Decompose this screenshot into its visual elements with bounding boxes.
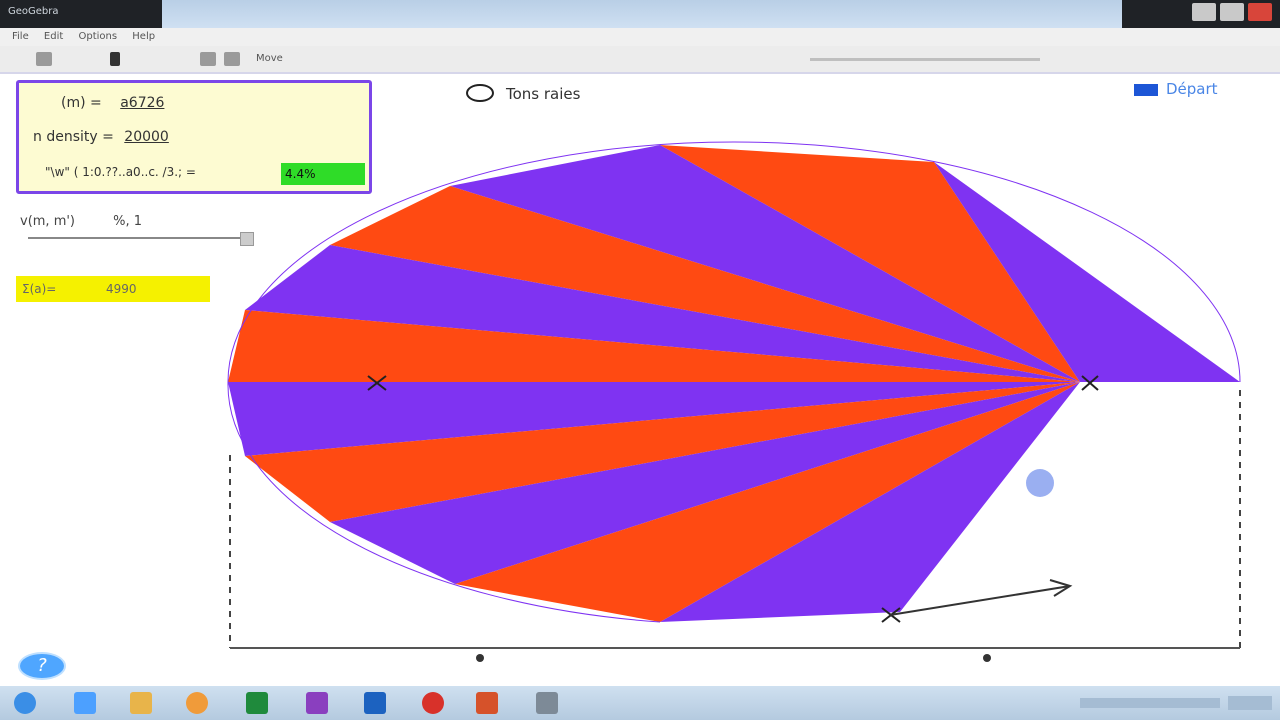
toolbar: Move — [0, 46, 1280, 74]
slider-track[interactable] — [28, 237, 250, 239]
titlebar-left-region: GeoGebra — [0, 0, 162, 28]
info-line-2-label: n density = — [33, 129, 114, 145]
help-icon[interactable]: ? — [18, 652, 66, 680]
taskbar-explorer-icon[interactable] — [74, 692, 96, 714]
menu-item-file[interactable]: File — [12, 31, 29, 42]
taskbar-opera-icon[interactable] — [422, 692, 444, 714]
system-tray[interactable] — [1080, 698, 1220, 708]
toolbar-slider-track[interactable] — [810, 58, 1040, 61]
start-toggle-label[interactable]: Départ — [1166, 80, 1218, 98]
window-title: GeoGebra — [8, 6, 59, 17]
velocity-arrow — [889, 585, 1071, 616]
slider-name: v(m, m') — [20, 214, 76, 229]
slider-value: %, 1 — [113, 214, 143, 229]
start-toggle-icon[interactable] — [1134, 84, 1158, 96]
info-line-2: n density = 20000 — [33, 129, 169, 145]
axis-tick-1 — [476, 654, 484, 662]
taskbar-outlook-icon[interactable] — [364, 692, 386, 714]
sum-label: Σ(a)= — [22, 282, 57, 296]
minimize-button[interactable] — [1192, 3, 1216, 21]
close-button[interactable] — [1248, 3, 1272, 21]
radio-button[interactable] — [466, 84, 494, 102]
radio-label: Tons raies — [506, 85, 581, 103]
maximize-button[interactable] — [1220, 3, 1244, 21]
start-button-icon[interactable] — [14, 692, 36, 714]
slider-handle[interactable] — [240, 232, 254, 246]
menu-bar: File Edit Options Help — [0, 28, 1280, 46]
pointer-tool-icon[interactable] — [36, 52, 52, 66]
slider-label: v(m, m') %, 1 — [20, 214, 142, 229]
info-line-3: "\w" ( 1:0.??..a0..c. /3.; = — [45, 165, 196, 179]
taskbar-app-icon[interactable] — [536, 692, 558, 714]
menu-item-help[interactable]: Help — [132, 31, 155, 42]
taskbar-powerpoint-icon[interactable] — [476, 692, 498, 714]
window-controls — [1192, 3, 1272, 21]
info-line-1-label: (m) = — [61, 95, 102, 111]
draggable-point[interactable] — [1026, 469, 1054, 497]
menu-item-options[interactable]: Options — [78, 31, 117, 42]
result-badge: 4.4% — [281, 163, 365, 185]
sum-value-box: Σ(a)= 4990 — [16, 276, 210, 302]
info-line-2-value[interactable]: 20000 — [124, 129, 169, 145]
sum-value: 4990 — [106, 282, 137, 296]
titlebar-right-region — [1122, 0, 1280, 28]
info-line-1-value: a6726 — [120, 95, 165, 111]
taskbar — [0, 686, 1280, 720]
taskbar-excel-icon[interactable] — [246, 692, 268, 714]
axis-tick-2 — [983, 654, 991, 662]
info-line-1: (m) = a6726 — [61, 95, 164, 111]
info-panel: (m) = a6726 n density = 20000 "\w" ( 1:0… — [16, 80, 372, 194]
cursor-icon[interactable] — [110, 52, 120, 66]
menu-item-edit[interactable]: Edit — [44, 31, 63, 42]
grid-tool-icon[interactable] — [200, 52, 216, 66]
toolbar-label: Move — [256, 53, 283, 64]
taskbar-onenote-icon[interactable] — [306, 692, 328, 714]
window-titlebar: GeoGebra — [0, 0, 1280, 28]
clock[interactable] — [1228, 696, 1272, 710]
taskbar-media-icon[interactable] — [186, 692, 208, 714]
taskbar-folder-icon[interactable] — [130, 692, 152, 714]
circle-tool-icon[interactable] — [224, 52, 240, 66]
